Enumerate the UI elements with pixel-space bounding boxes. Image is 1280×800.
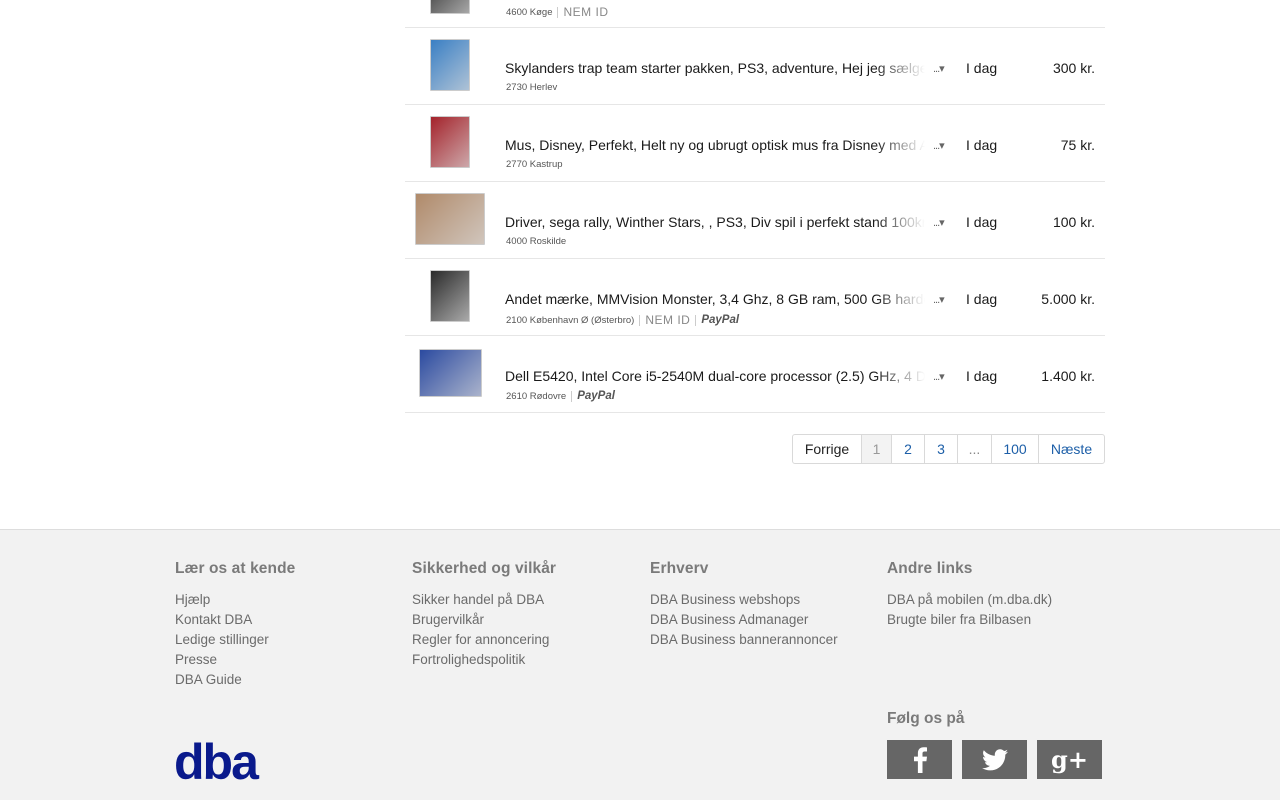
- listing-title[interactable]: Dell E5420, Intel Core i5-2540M dual-cor…: [505, 368, 925, 384]
- next-page-button[interactable]: Næste: [1039, 435, 1104, 463]
- footer-col-other: Andre links DBA på mobilen (m.dba.dk) Br…: [887, 560, 1052, 630]
- twitter-icon: [981, 748, 1008, 770]
- google-plus-icon: g+: [1051, 745, 1088, 774]
- footer-link-jobs[interactable]: Ledige stillinger: [175, 630, 295, 650]
- listing-date: I dag: [966, 60, 998, 76]
- listing-meta: 4600 Køge NEM ID: [506, 5, 608, 19]
- product-image: [430, 116, 470, 168]
- listing-row[interactable]: Dell E5420, Intel Core i5-2540M dual-cor…: [405, 336, 1105, 413]
- google-plus-button[interactable]: g+: [1037, 740, 1102, 779]
- footer-link-ad-rules[interactable]: Regler for annoncering: [412, 630, 556, 650]
- footer-link-safe-trade[interactable]: Sikker handel på DBA: [412, 590, 556, 610]
- expand-description-icon[interactable]: ...▾: [933, 293, 945, 306]
- listing-thumbnail[interactable]: [415, 38, 485, 92]
- listing-meta: 2610 Rødovre PayPal: [506, 390, 615, 402]
- listing-row[interactable]: Mus, Disney, Perfekt, Helt ny og ubrugt …: [405, 105, 1105, 182]
- listing-thumbnail[interactable]: [415, 115, 485, 169]
- footer-heading: Andre links: [887, 560, 973, 577]
- footer-link-bilbasen[interactable]: Brugte biler fra Bilbasen: [887, 610, 1052, 630]
- facebook-icon: [913, 746, 927, 773]
- expand-description-icon[interactable]: ...▾: [933, 139, 945, 152]
- listing-row[interactable]: 4600 Køge NEM ID: [405, 0, 1105, 28]
- listing-date: I dag: [966, 291, 998, 307]
- listing-meta: 4000 Roskilde: [506, 236, 566, 247]
- page-1-current: 1: [862, 435, 892, 463]
- footer-link-guide[interactable]: DBA Guide: [175, 670, 295, 690]
- listing-price: 100 kr.: [1052, 214, 1095, 230]
- footer-col-security: Sikkerhed og vilkår Sikker handel på DBA…: [412, 560, 556, 670]
- footer-link-contact[interactable]: Kontakt DBA: [175, 610, 295, 630]
- footer-link-privacy[interactable]: Fortrolighedspolitik: [412, 650, 556, 670]
- listing-thumbnail[interactable]: [415, 0, 485, 15]
- product-image: [418, 349, 482, 397]
- listing-price: 1.400 kr.: [1041, 368, 1095, 384]
- paypal-badge: PayPal: [701, 314, 740, 326]
- page-100-link[interactable]: 100: [992, 435, 1039, 463]
- paypal-badge: PayPal: [577, 390, 615, 402]
- pagination: Forrige 1 2 3 ... 100 Næste: [792, 434, 1105, 464]
- twitter-button[interactable]: [962, 740, 1027, 779]
- listing-thumbnail[interactable]: [415, 346, 485, 400]
- product-image: [430, 270, 470, 322]
- product-image: [430, 0, 470, 14]
- footer-link-webshops[interactable]: DBA Business webshops: [650, 590, 838, 610]
- listing-meta: 2100 København Ø (Østerbro) NEM ID PayPal: [506, 313, 739, 327]
- footer-link-help[interactable]: Hjælp: [175, 590, 295, 610]
- listing-location: 2770 Kastrup: [506, 159, 563, 170]
- footer-link-banner-ads[interactable]: DBA Business bannerannoncer: [650, 630, 838, 650]
- nemid-badge: NEM ID: [563, 5, 609, 19]
- site-footer: Lær os at kende Hjælp Kontakt DBA Ledige…: [0, 529, 1280, 800]
- listing-location: 4000 Roskilde: [506, 236, 567, 247]
- listing-date: I dag: [966, 368, 998, 384]
- footer-heading: Lær os at kende: [175, 560, 296, 577]
- nemid-badge: NEM ID: [645, 313, 691, 327]
- page-2-link[interactable]: 2: [892, 435, 925, 463]
- listing-title[interactable]: Andet mærke, MMVision Monster, 3,4 Ghz, …: [505, 291, 925, 307]
- facebook-button[interactable]: [887, 740, 952, 779]
- meta-divider: [571, 390, 573, 402]
- page-3-link[interactable]: 3: [925, 435, 958, 463]
- listing-row[interactable]: Skylanders trap team starter pakken, PS3…: [405, 28, 1105, 105]
- listing-row[interactable]: Andet mærke, MMVision Monster, 3,4 Ghz, …: [405, 259, 1105, 336]
- footer-heading: Erhverv: [650, 560, 709, 577]
- listing-thumbnail[interactable]: [415, 192, 485, 246]
- listing-date: I dag: [966, 214, 998, 230]
- listing-meta: 2770 Kastrup: [506, 159, 563, 170]
- listing-price: 5.000 kr.: [1041, 291, 1095, 307]
- listing-thumbnail[interactable]: [415, 269, 485, 323]
- footer-heading: Sikkerhed og vilkår: [412, 560, 557, 577]
- meta-divider: [695, 314, 697, 326]
- footer-link-admanager[interactable]: DBA Business Admanager: [650, 610, 838, 630]
- footer-link-press[interactable]: Presse: [175, 650, 295, 670]
- listing-location: 2610 Rødovre: [506, 390, 567, 402]
- listing-location: 4600 Køge: [506, 6, 553, 18]
- listing-title[interactable]: Mus, Disney, Perfekt, Helt ny og ubrugt …: [505, 137, 925, 153]
- footer-link-terms[interactable]: Brugervilkår: [412, 610, 556, 630]
- product-image: [430, 39, 470, 91]
- footer-link-mobile[interactable]: DBA på mobilen (m.dba.dk): [887, 590, 1052, 610]
- expand-description-icon[interactable]: ...▾: [933, 62, 945, 75]
- expand-description-icon[interactable]: ...▾: [933, 216, 945, 229]
- footer-col-about: Lær os at kende Hjælp Kontakt DBA Ledige…: [175, 560, 295, 690]
- prev-page-button[interactable]: Forrige: [793, 435, 862, 463]
- listing-price: 300 kr.: [1052, 60, 1095, 76]
- follow-us-heading: Følg os på: [887, 710, 965, 727]
- product-image: [415, 193, 485, 245]
- expand-description-icon[interactable]: ...▾: [933, 370, 945, 383]
- listing-row[interactable]: Driver, sega rally, Winther Stars, , PS3…: [405, 182, 1105, 259]
- dba-logo[interactable]: dba: [174, 737, 259, 787]
- listing-location: 2100 København Ø (Østerbro): [506, 314, 635, 326]
- pagination-ellipsis: ...: [958, 435, 992, 463]
- listing-location: 2730 Herlev: [506, 82, 558, 93]
- footer-col-business: Erhverv DBA Business webshops DBA Busine…: [650, 560, 838, 650]
- listing-title[interactable]: Skylanders trap team starter pakken, PS3…: [505, 60, 925, 76]
- meta-divider: [639, 314, 641, 326]
- meta-divider: [557, 6, 559, 18]
- listing-price: 75 kr.: [1060, 137, 1095, 153]
- listing-title[interactable]: Driver, sega rally, Winther Stars, , PS3…: [505, 214, 925, 230]
- listing-meta: 2730 Herlev: [506, 82, 557, 93]
- listing-date: I dag: [966, 137, 998, 153]
